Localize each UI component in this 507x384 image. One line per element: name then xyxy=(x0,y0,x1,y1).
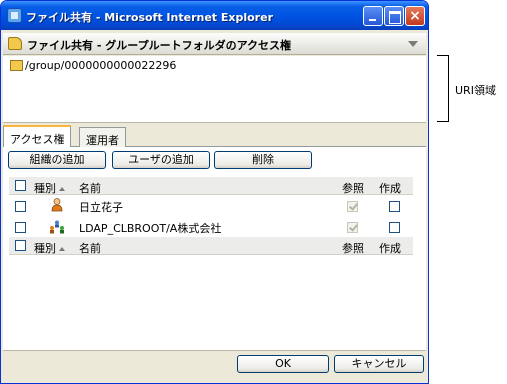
title-bar[interactable]: ファイル共有 - Microsoft Internet Explorer × xyxy=(1,1,428,30)
column-create: 作成 xyxy=(379,182,401,195)
uri-area-annotation: URI領域 xyxy=(455,84,496,97)
row-name: 日立花子 xyxy=(79,201,123,214)
add-user-button[interactable]: ユーザの追加 xyxy=(112,151,210,169)
table-row[interactable]: 日立花子 xyxy=(9,196,413,216)
add-organization-button[interactable]: 組織の追加 xyxy=(8,151,106,169)
cancel-button[interactable]: キャンセル xyxy=(334,355,424,373)
panel-header: ファイル共有 - グループルートフォルダのアクセス権 xyxy=(3,33,426,55)
minimize-icon xyxy=(364,7,382,25)
ok-button[interactable]: OK xyxy=(237,355,329,373)
tab-label: アクセス権 xyxy=(10,133,65,146)
column-type[interactable]: 種別 xyxy=(34,180,65,196)
panel-title: ファイル共有 - グループルートフォルダのアクセス権 xyxy=(27,39,292,52)
minimize-button[interactable] xyxy=(363,6,383,26)
create-checkbox[interactable] xyxy=(389,201,400,212)
maximize-icon xyxy=(385,7,403,25)
user-icon xyxy=(51,198,63,212)
table-header: 種別 名前 参照 作成 xyxy=(9,177,413,195)
column-type-label: 種別 xyxy=(34,182,56,195)
close-button[interactable]: × xyxy=(405,6,425,26)
create-checkbox[interactable] xyxy=(389,222,400,233)
uri-area: /group/0000000000022296 xyxy=(3,56,426,123)
column-ref: 参照 xyxy=(342,182,364,195)
select-all-checkbox-bottom[interactable] xyxy=(15,240,26,251)
column-type-bottom[interactable]: 種別 xyxy=(34,240,65,256)
delete-button[interactable]: 削除 xyxy=(214,151,312,169)
uri-path[interactable]: /group/0000000000022296 xyxy=(25,59,176,72)
sort-ascending-icon xyxy=(59,187,65,191)
folder-icon xyxy=(10,60,23,71)
tab-label: 運用者 xyxy=(86,134,119,147)
access-rights-panel: 組織の追加 ユーザの追加 削除 種別 名前 参照 作成 日立花子 LDAP_CL… xyxy=(3,147,426,350)
column-create-bottom: 作成 xyxy=(379,242,401,255)
ref-checkbox xyxy=(347,201,358,212)
organization-icon xyxy=(50,220,64,234)
maximize-button[interactable] xyxy=(384,6,404,26)
tab-bar: アクセス権 運用者 xyxy=(3,125,426,148)
collapse-arrow-icon[interactable] xyxy=(408,41,418,47)
select-all-checkbox[interactable] xyxy=(15,180,26,191)
uri-area-bracket xyxy=(437,55,449,122)
column-name-bottom[interactable]: 名前 xyxy=(79,240,101,256)
dialog-footer: OK キャンセル xyxy=(3,350,426,383)
tab-access-rights[interactable]: アクセス権 xyxy=(3,125,72,148)
column-name[interactable]: 名前 xyxy=(79,180,101,196)
row-select-checkbox[interactable] xyxy=(15,222,26,233)
sort-ascending-icon xyxy=(59,247,65,251)
column-type-label: 種別 xyxy=(34,242,56,255)
shared-folder-icon xyxy=(8,37,22,50)
close-icon: × xyxy=(409,8,421,24)
column-ref-bottom: 参照 xyxy=(342,242,364,255)
ref-checkbox xyxy=(347,222,358,233)
window-title: ファイル共有 - Microsoft Internet Explorer xyxy=(26,11,273,24)
table-row[interactable]: LDAP_CLBROOT/A株式会社 xyxy=(9,217,413,237)
table-footer-header: 種別 名前 参照 作成 xyxy=(9,237,413,255)
tab-operators[interactable]: 運用者 xyxy=(79,127,126,147)
internet-explorer-icon xyxy=(7,8,22,23)
file-share-window: ファイル共有 - Microsoft Internet Explorer × フ… xyxy=(0,0,429,384)
row-name: LDAP_CLBROOT/A株式会社 xyxy=(79,222,222,235)
row-select-checkbox[interactable] xyxy=(15,201,26,212)
